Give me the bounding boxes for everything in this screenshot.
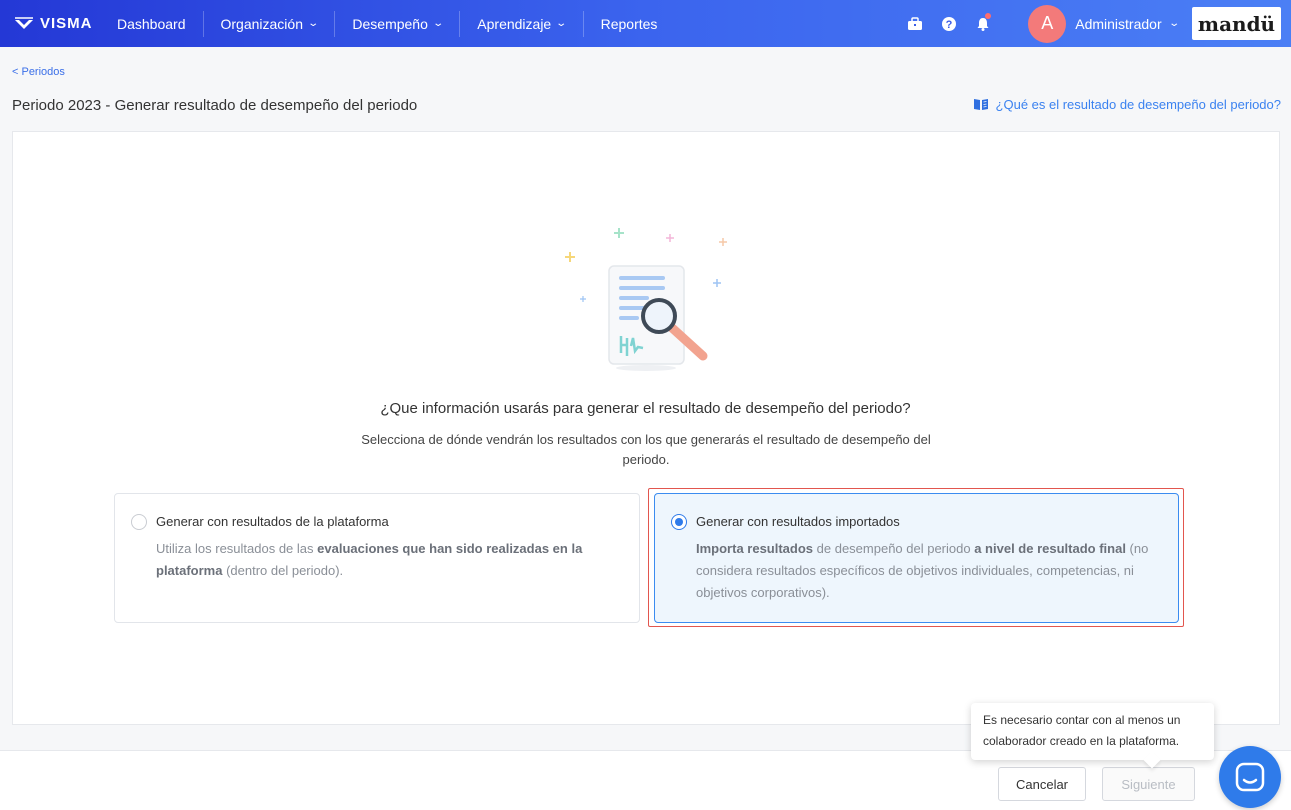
chevron-down-icon: ⌄ [555, 18, 568, 29]
nav-aprendizaje[interactable]: Aprendizaje ⌄ [460, 0, 582, 47]
bell-icon[interactable] [968, 9, 998, 39]
visma-logo-icon [15, 16, 33, 29]
notification-badge [985, 12, 992, 19]
option-title: Generar con resultados de la plataforma [156, 514, 389, 529]
nav-aprendizaje-label: Aprendizaje [477, 15, 552, 32]
next-button[interactable]: Siguiente [1102, 767, 1195, 801]
briefcase-icon[interactable] [900, 9, 930, 39]
breadcrumb-back-link[interactable]: < Periodos [12, 66, 65, 78]
nav-organizacion-label: Organización [220, 15, 304, 32]
page-title: Periodo 2023 - Generar resultado de dese… [12, 97, 418, 114]
chevron-down-icon: ⌄ [432, 18, 444, 29]
nav-reportes-label: Reportes [600, 15, 658, 32]
chevron-down-icon: ⌄ [1167, 18, 1180, 29]
svg-text:?: ? [946, 19, 953, 31]
option-title: Generar con resultados importados [696, 514, 900, 529]
help-link[interactable]: ¿Qué es el resultado de desempeño del pe… [973, 97, 1281, 112]
tooltip: Es necesario contar con al menos un cola… [971, 703, 1214, 760]
avatar: A [1028, 4, 1067, 43]
chevron-down-icon: ⌄ [307, 18, 320, 29]
option-description: Utiliza los resultados de las evaluacion… [156, 538, 626, 582]
chat-launcher-button[interactable] [1219, 746, 1281, 808]
nav-desempeno-label: Desempeño [352, 15, 428, 32]
partner-logo: mandü [1192, 7, 1281, 40]
option-platform-results[interactable]: Generar con resultados de la plataforma … [114, 493, 640, 623]
option-desc-text: Utiliza los resultados de las [156, 541, 318, 556]
nav-reportes[interactable]: Reportes [584, 0, 675, 47]
user-menu[interactable]: A Administrador ⌄ [1028, 0, 1192, 47]
option-description: Importa resultados de desempeño del peri… [696, 538, 1166, 604]
book-icon [973, 99, 988, 110]
option-desc-text: de desempeño del periodo [813, 541, 975, 556]
visma-logo[interactable]: VISMA [0, 15, 100, 32]
option-desc-bold: a nivel de resultado final [974, 541, 1126, 556]
nav-dashboard[interactable]: Dashboard [100, 0, 203, 47]
question-title: ¿Que información usarás para generar el … [380, 400, 911, 417]
help-icon[interactable]: ? [934, 9, 964, 39]
nav-organizacion[interactable]: Organización ⌄ [204, 0, 335, 47]
option-desc-text: (dentro del periodo). [222, 563, 344, 578]
nav-desempeno[interactable]: Desempeño ⌄ [335, 0, 459, 47]
user-name: Administrador [1075, 15, 1162, 32]
option-imported-results[interactable]: Generar con resultados importados Import… [654, 493, 1179, 623]
radio-imported-results[interactable] [671, 514, 687, 530]
document-search-illustration-icon [565, 228, 727, 371]
nav-right-group: ? A Administrador ⌄ mandü [898, 0, 1291, 47]
top-navbar: VISMA Dashboard Organización ⌄ Desempeño ⌄… [0, 0, 1291, 47]
radio-platform-results[interactable] [131, 514, 147, 530]
brand-name: VISMA [40, 15, 93, 32]
option-desc-bold: Importa resultados [696, 541, 814, 556]
nav-dashboard-label: Dashboard [117, 15, 186, 32]
cancel-button[interactable]: Cancelar [998, 767, 1086, 801]
question-subtitle: Selecciona de dónde vendrán los resultad… [361, 432, 931, 467]
chat-icon [1235, 762, 1265, 792]
help-link-label: ¿Qué es el resultado de desempeño del pe… [995, 97, 1281, 112]
